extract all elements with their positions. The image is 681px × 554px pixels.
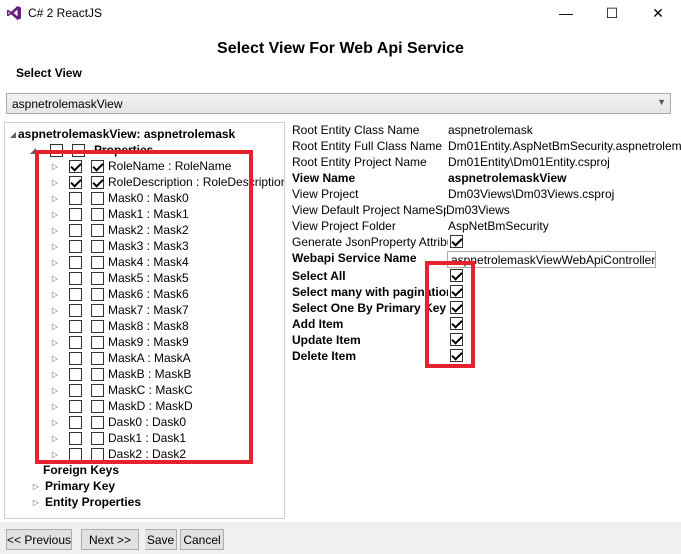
operations-highlight-box — [425, 261, 475, 368]
bottom-button-bar: << Previous Next >> Save Cancel — [0, 522, 681, 554]
root-entity-class-name-value: aspnetrolemask — [448, 123, 533, 137]
maximize-button[interactable]: ☐ — [589, 0, 635, 26]
entity-properties-label: Entity Properties — [45, 495, 142, 509]
root-entity-full-class-name-value: Dm01Entity.AspNetBmSecurity.aspnetrolema… — [448, 139, 681, 153]
collapsed-arrow-icon[interactable]: ▷ — [31, 498, 41, 507]
view-project-folder-value: AspNetBmSecurity — [448, 219, 549, 233]
view-project-value: Dm03Views\Dm03Views.csproj — [448, 187, 615, 201]
webapi-service-name-input[interactable]: aspnetrolemaskViewWebApiController — [447, 251, 656, 268]
minimize-button[interactable]: — — [543, 0, 589, 26]
properties-highlight-box — [35, 150, 253, 464]
view-default-project-namespace-label: View Default Project NameSpace — [292, 203, 446, 217]
primary-key-label: Primary Key — [45, 479, 116, 493]
collapsed-arrow-icon[interactable]: ▷ — [31, 482, 41, 491]
view-project-label: View Project — [292, 187, 359, 201]
view-default-project-namespace-value: Dm03Views — [446, 203, 510, 217]
close-button[interactable]: ✕ — [635, 0, 681, 26]
cancel-button[interactable]: Cancel — [180, 529, 224, 550]
selected-view-value: aspnetrolemaskView — [12, 97, 123, 111]
webapi-service-name-label: Webapi Service Name — [292, 251, 417, 265]
view-project-folder-label: View Project Folder — [292, 219, 396, 233]
tree-root-node[interactable]: ◢ aspnetrolemaskView: aspnetrolemask — [8, 126, 235, 142]
view-name-value: aspnetrolemaskView — [448, 171, 567, 185]
root-entity-project-name-value: Dm01Entity\Dm01Entity.csproj — [448, 155, 610, 169]
root-entity-project-name-label: Root Entity Project Name — [292, 155, 427, 169]
tree-root-label: aspnetrolemaskView: aspnetrolemask — [18, 127, 236, 141]
foreign-keys-label: Foreign Keys — [43, 463, 120, 477]
next-button[interactable]: Next >> — [81, 529, 139, 550]
expanded-arrow-icon[interactable]: ◢ — [8, 130, 18, 139]
window-title: C# 2 ReactJS — [28, 6, 103, 20]
title-bar: C# 2 ReactJS — ☐ ✕ — [0, 0, 681, 26]
tree-primary-key-node[interactable]: ▷ Primary Key — [31, 478, 115, 494]
save-button[interactable]: Save — [145, 529, 177, 550]
tree-foreign-keys-node[interactable]: Foreign Keys — [43, 462, 119, 478]
root-entity-full-class-name-label: Root Entity Full Class Name — [292, 139, 443, 153]
tree-entity-properties-node[interactable]: ▷ Entity Properties — [31, 494, 141, 510]
select-view-label: Select View — [16, 66, 82, 80]
generate-json-property-label: Generate JsonProperty Attribute — [292, 235, 448, 249]
chevron-down-icon[interactable]: ▼ — [657, 97, 666, 107]
view-name-label: View Name — [292, 171, 356, 185]
root-entity-class-name-label: Root Entity Class Name — [292, 123, 420, 137]
dialog-heading: Select View For Web Api Service — [217, 40, 464, 57]
select-view-combobox[interactable]: aspnetrolemaskView ▼ — [6, 93, 671, 114]
visual-studio-icon — [7, 6, 21, 20]
generate-json-property-checkbox[interactable] — [450, 235, 463, 248]
previous-button[interactable]: << Previous — [6, 529, 72, 550]
